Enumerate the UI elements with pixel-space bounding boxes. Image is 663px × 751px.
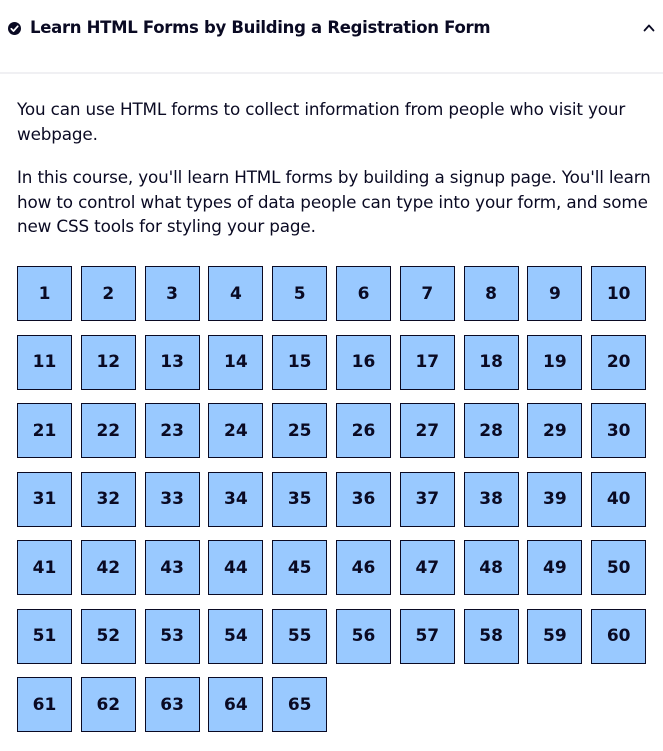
step-button-47[interactable]: 47 xyxy=(399,540,455,595)
step-button-7[interactable]: 7 xyxy=(399,266,455,321)
step-button-45[interactable]: 45 xyxy=(272,540,328,595)
check-circle-icon xyxy=(8,22,21,35)
step-button-8[interactable]: 8 xyxy=(463,266,519,321)
step-button-64[interactable]: 64 xyxy=(208,677,264,732)
step-button-53[interactable]: 53 xyxy=(144,608,200,664)
step-button-48[interactable]: 48 xyxy=(463,540,519,595)
step-button-49[interactable]: 49 xyxy=(527,540,583,595)
step-button-38[interactable]: 38 xyxy=(463,471,519,527)
step-button-50[interactable]: 50 xyxy=(591,540,647,595)
step-button-42[interactable]: 42 xyxy=(80,540,136,595)
step-button-30[interactable]: 30 xyxy=(591,403,647,458)
step-button-39[interactable]: 39 xyxy=(527,471,583,527)
course-description-intro: You can use HTML forms to collect inform… xyxy=(17,99,626,144)
step-button-1[interactable]: 1 xyxy=(17,266,72,321)
step-button-35[interactable]: 35 xyxy=(272,471,328,527)
step-button-55[interactable]: 55 xyxy=(272,608,328,664)
step-button-18[interactable]: 18 xyxy=(463,334,519,390)
step-button-3[interactable]: 3 xyxy=(144,266,200,321)
step-button-29[interactable]: 29 xyxy=(527,403,583,458)
step-button-10[interactable]: 10 xyxy=(591,266,647,321)
step-button-15[interactable]: 15 xyxy=(272,334,328,390)
course-header[interactable]: Learn HTML Forms by Building a Registrat… xyxy=(0,0,663,74)
step-button-41[interactable]: 41 xyxy=(17,540,72,595)
step-button-14[interactable]: 14 xyxy=(208,334,264,390)
step-button-9[interactable]: 9 xyxy=(527,266,583,321)
step-button-17[interactable]: 17 xyxy=(399,334,455,390)
step-button-23[interactable]: 23 xyxy=(144,403,200,458)
step-button-43[interactable]: 43 xyxy=(144,540,200,595)
step-button-19[interactable]: 19 xyxy=(527,334,583,390)
course-title: Learn HTML Forms by Building a Registrat… xyxy=(30,18,491,37)
step-button-2[interactable]: 2 xyxy=(80,266,136,321)
step-button-59[interactable]: 59 xyxy=(527,608,583,664)
step-button-44[interactable]: 44 xyxy=(208,540,264,595)
step-button-20[interactable]: 20 xyxy=(591,334,647,390)
step-button-56[interactable]: 56 xyxy=(335,608,391,664)
step-button-37[interactable]: 37 xyxy=(399,471,455,527)
step-button-34[interactable]: 34 xyxy=(208,471,264,527)
step-grid: 1 2 3 4 5 6 7 8 9 10 11 12 13 14 15 16 17 18 19 20 21 22 23 24 2… xyxy=(17,266,647,732)
step-button-6[interactable]: 6 xyxy=(335,266,391,321)
step-button-57[interactable]: 57 xyxy=(399,608,455,664)
step-button-5[interactable]: 5 xyxy=(272,266,328,321)
step-button-22[interactable]: 22 xyxy=(80,403,136,458)
step-button-58[interactable]: 58 xyxy=(463,608,519,664)
step-button-25[interactable]: 25 xyxy=(272,403,328,458)
step-button-62[interactable]: 62 xyxy=(80,677,136,732)
step-button-61[interactable]: 61 xyxy=(17,677,72,732)
step-button-13[interactable]: 13 xyxy=(144,334,200,390)
step-button-33[interactable]: 33 xyxy=(144,471,200,527)
step-button-36[interactable]: 36 xyxy=(335,471,391,527)
step-button-28[interactable]: 28 xyxy=(463,403,519,458)
step-button-51[interactable]: 51 xyxy=(17,608,72,664)
step-button-11[interactable]: 11 xyxy=(17,334,72,390)
course-description-details: In this course, you'll learn HTML forms … xyxy=(17,167,651,236)
step-button-60[interactable]: 60 xyxy=(591,608,647,664)
step-button-12[interactable]: 12 xyxy=(80,334,136,390)
step-button-4[interactable]: 4 xyxy=(208,266,264,321)
chevron-up-icon[interactable] xyxy=(643,22,655,34)
step-button-26[interactable]: 26 xyxy=(335,403,391,458)
step-button-40[interactable]: 40 xyxy=(591,471,647,527)
step-button-24[interactable]: 24 xyxy=(208,403,264,458)
step-button-54[interactable]: 54 xyxy=(208,608,264,664)
step-button-27[interactable]: 27 xyxy=(399,403,455,458)
step-button-65[interactable]: 65 xyxy=(272,677,328,732)
step-button-16[interactable]: 16 xyxy=(335,334,391,390)
step-button-46[interactable]: 46 xyxy=(335,540,391,595)
step-button-31[interactable]: 31 xyxy=(17,471,72,527)
step-button-52[interactable]: 52 xyxy=(80,608,136,664)
step-button-21[interactable]: 21 xyxy=(17,403,72,458)
step-button-63[interactable]: 63 xyxy=(144,677,200,732)
step-button-32[interactable]: 32 xyxy=(80,471,136,527)
